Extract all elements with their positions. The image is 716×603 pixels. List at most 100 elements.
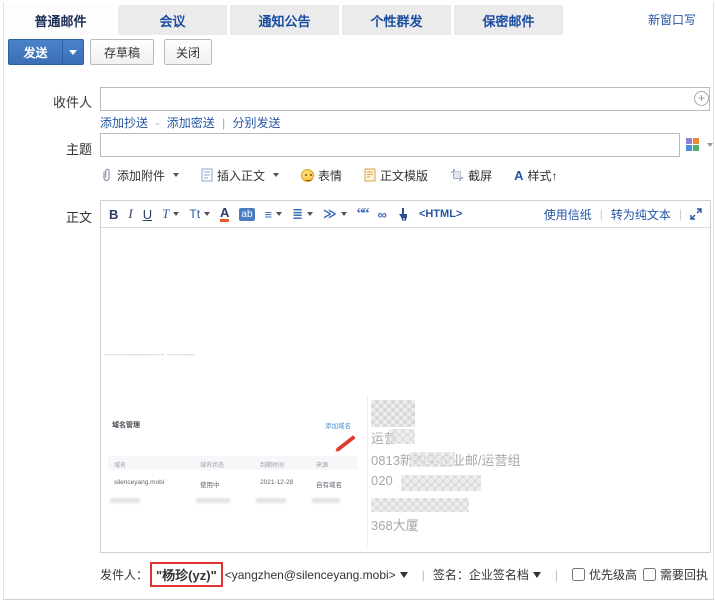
tab-bar: 普通邮件 会议 通知公告 个性群发 保密邮件 <box>6 5 714 35</box>
insert-body-button[interactable]: 插入正文 <box>201 167 279 184</box>
add-attachment-label: 添加附件 <box>117 167 165 184</box>
signature-line-phone: 020 <box>371 473 393 488</box>
signature-line-building: 368大厦 <box>371 515 419 534</box>
app-grid-icon[interactable] <box>686 138 699 151</box>
embed-col-domain: 域名 <box>114 460 126 469</box>
chevron-down-icon <box>307 212 313 216</box>
grid-square-green <box>693 145 699 151</box>
add-bcc-link[interactable]: 添加密送 <box>167 116 215 130</box>
vertical-separator: | <box>422 568 425 582</box>
need-receipt-checkbox[interactable] <box>643 568 656 581</box>
body-label: 正文 <box>0 207 92 226</box>
insert-toolbar: 添加附件 插入正文 表情 正文模版 截屏 A 样 <box>100 164 557 186</box>
chevron-down-icon <box>69 50 77 55</box>
editor-canvas[interactable]: --------------------- ---------- 域名管理 添加… <box>101 228 710 552</box>
style-button[interactable]: A 样式↑ <box>514 167 557 184</box>
add-cc-link[interactable]: 添加抄送 <box>100 116 148 130</box>
screenshot-label: 截屏 <box>468 167 492 184</box>
align-glyph: ≡ <box>265 207 273 222</box>
highlight-color-icon[interactable]: ab <box>239 208 254 221</box>
signature-blur-patch <box>371 498 469 512</box>
emoticon-button[interactable]: 表情 <box>301 167 342 184</box>
blockquote-icon[interactable]: ““ <box>357 206 368 223</box>
grid-caret-icon[interactable] <box>707 143 713 147</box>
screenshot-button[interactable]: 截屏 <box>450 167 492 184</box>
subject-input[interactable] <box>100 133 680 157</box>
embed-col-expiry: 到期时间 <box>260 460 284 469</box>
sender-footer: 发件人： "杨珍(yz)" <yangzhen@silenceyang.mobi… <box>100 562 714 587</box>
template-icon <box>364 168 376 182</box>
tab-confidential-mail[interactable]: 保密邮件 <box>454 5 563 35</box>
format-brush-icon[interactable] <box>397 208 409 221</box>
align-icon[interactable]: ≡ <box>265 207 283 222</box>
send-separately-link[interactable]: 分别发送 <box>233 116 281 130</box>
add-attachment-button[interactable]: 添加附件 <box>100 167 179 184</box>
signature-divider: --------------------- ---------- <box>105 352 195 359</box>
use-stationery-link[interactable]: 使用信纸 <box>544 206 592 223</box>
font-color-icon[interactable]: A <box>220 207 229 222</box>
list-glyph: ≣ <box>292 206 303 222</box>
from-dropdown-icon[interactable] <box>400 572 408 578</box>
underline-icon[interactable]: U <box>143 207 152 222</box>
vertical-separator: | <box>600 207 603 221</box>
send-button[interactable]: 发送 <box>8 39 62 65</box>
high-priority-checkbox[interactable] <box>572 568 585 581</box>
rich-text-editor: B I U T Tt A ab ≡ ≣ ≫ ““ ∞ <HTML> 使用信纸 |… <box>100 200 711 553</box>
signature-value: 企业签名档 <box>469 566 529 583</box>
embed-col-source: 来源 <box>316 460 328 469</box>
embed-add-domain-link: 添加域名 <box>325 420 351 430</box>
html-source-button[interactable]: <HTML> <box>419 208 462 220</box>
body-template-label: 正文模版 <box>380 167 428 184</box>
embed-cell-status: 使用中 <box>200 479 220 489</box>
embed-table-header: 域名 域名状态 到期时间 来源 <box>108 456 358 470</box>
from-email: <yangzhen@silenceyang.mobi> <box>225 568 396 582</box>
need-receipt-label: 需要回执 <box>660 566 708 583</box>
font-effect-icon[interactable]: T <box>162 206 179 222</box>
pipe-separator: | <box>222 116 225 130</box>
chevron-down-icon <box>276 212 282 216</box>
dash-separator: - <box>155 116 159 130</box>
send-button-group: 发送 <box>8 39 84 65</box>
tab-personalized-mass[interactable]: 个性群发 <box>342 5 451 35</box>
high-priority-label: 优先级高 <box>589 566 637 583</box>
list-icon[interactable]: ≣ <box>292 206 313 222</box>
signature-blur-patch <box>401 475 481 491</box>
expand-editor-icon[interactable] <box>690 208 702 220</box>
embed-cell-source: 自有域名 <box>316 479 342 489</box>
from-label: 发件人： <box>100 566 148 583</box>
grid-square-blue <box>686 145 692 151</box>
close-button[interactable]: 关闭 <box>164 39 212 65</box>
italic-icon[interactable]: I <box>128 206 132 222</box>
send-dropdown-button[interactable] <box>62 39 84 65</box>
emoticon-label: 表情 <box>318 167 342 184</box>
vertical-separator: | <box>555 568 558 582</box>
chevron-down-icon <box>341 212 347 216</box>
recipient-input[interactable] <box>100 87 710 111</box>
tab-notice[interactable]: 通知公告 <box>230 5 339 35</box>
embed-title: 域名管理 <box>112 420 140 430</box>
signature-blur-patch <box>389 429 415 444</box>
chevron-down-icon <box>173 173 179 177</box>
bold-icon[interactable]: B <box>109 207 118 222</box>
font-size-icon[interactable]: Tt <box>189 207 210 221</box>
signature-dropdown-icon[interactable] <box>533 572 541 578</box>
add-contact-icon[interactable]: + <box>694 91 709 106</box>
from-name-highlighted: "杨珍(yz)" <box>150 562 223 587</box>
insert-body-label: 插入正文 <box>217 167 265 184</box>
body-template-button[interactable]: 正文模版 <box>364 167 428 184</box>
font-effect-glyph: T <box>162 206 169 222</box>
hyperlink-icon[interactable]: ∞ <box>378 207 387 222</box>
format-toolbar-right: 使用信纸 | 转为纯文本 | <box>544 206 702 223</box>
cc-bcc-links: 添加抄送 - 添加密送 | 分别发送 <box>100 114 281 131</box>
signature-label: 签名： <box>433 566 469 583</box>
embed-cell-domain: silenceyang.mobi <box>114 479 164 486</box>
signature-blur-patch <box>409 452 455 467</box>
screenshot-crop-icon <box>450 168 464 182</box>
save-draft-button[interactable]: 存草稿 <box>90 39 154 65</box>
tab-meeting[interactable]: 会议 <box>118 5 227 35</box>
to-plain-text-link[interactable]: 转为纯文本 <box>611 206 671 223</box>
new-window-link[interactable]: 新窗口写 <box>648 11 696 28</box>
compose-window: 普通邮件 会议 通知公告 个性群发 保密邮件 新窗口写 发送 存草稿 关闭 收件… <box>0 0 716 603</box>
tab-normal-mail[interactable]: 普通邮件 <box>6 5 115 35</box>
indent-icon[interactable]: ≫ <box>323 206 347 222</box>
